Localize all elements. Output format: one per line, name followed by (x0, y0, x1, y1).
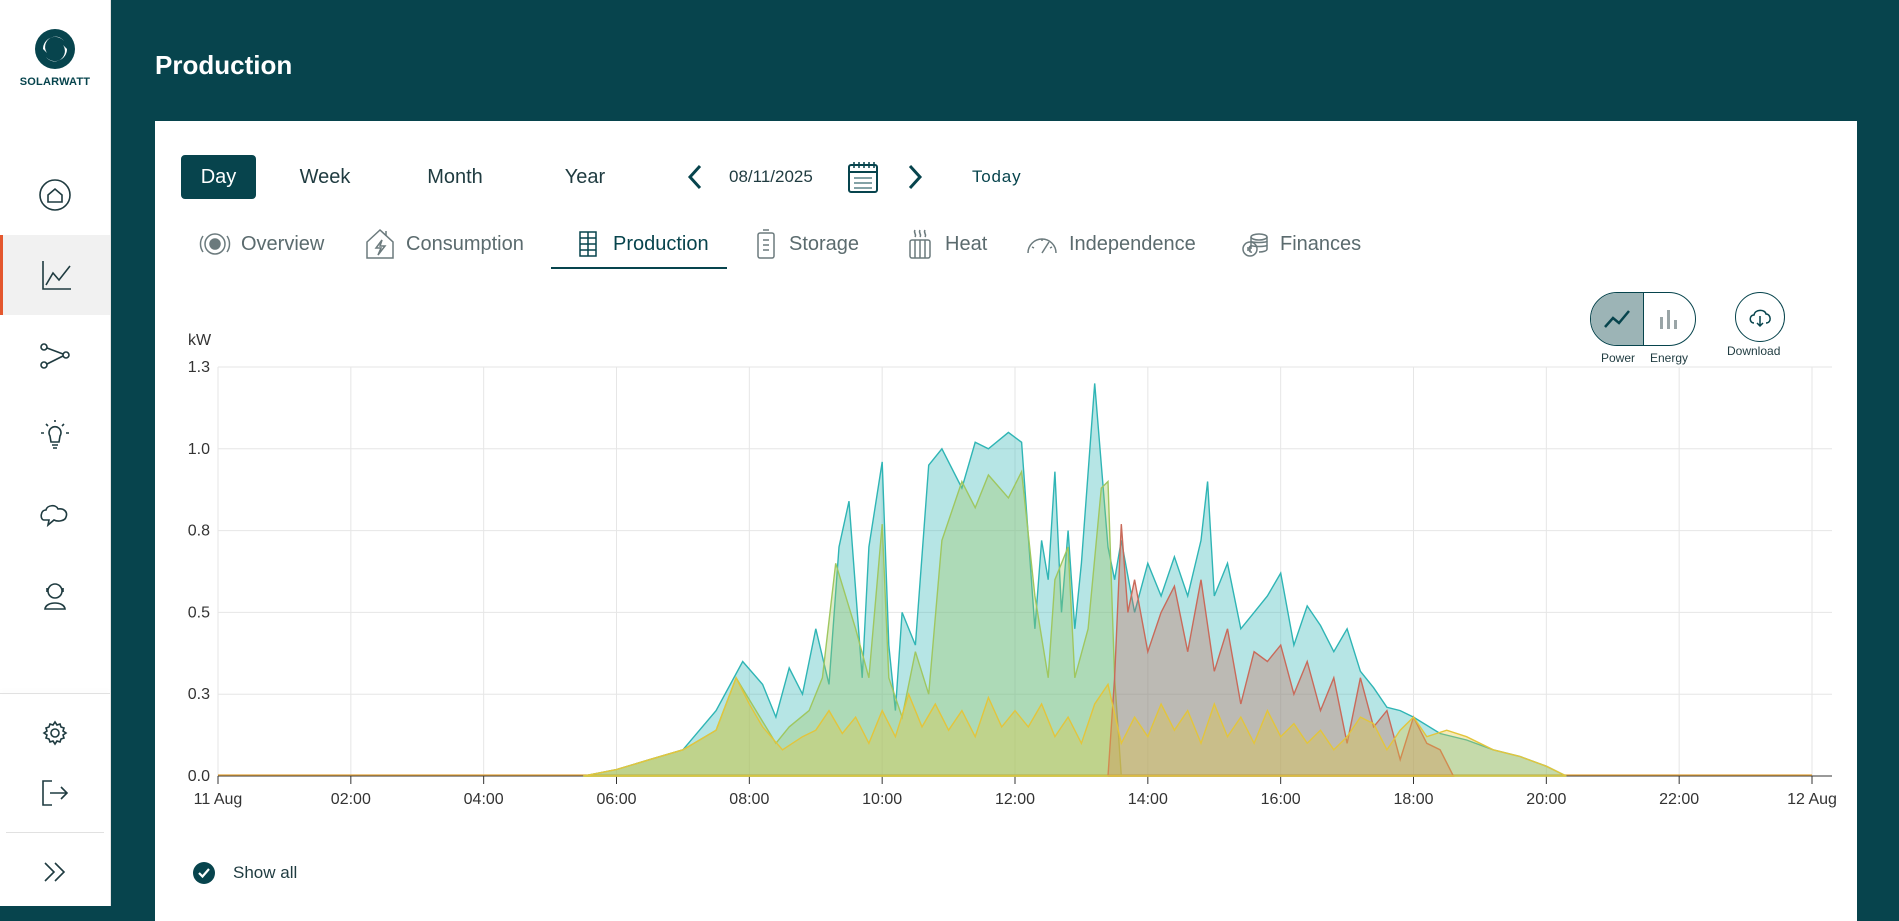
y-tick-label: 0.8 (188, 523, 210, 540)
y-tick-label: 0.5 (188, 604, 210, 621)
tab-storage[interactable]: Storage (753, 221, 859, 267)
sidebar-item-network[interactable] (0, 315, 110, 395)
sidebar-item-messages[interactable] (0, 475, 110, 555)
sidebar-item-charts[interactable] (0, 235, 110, 315)
y-tick-label: 0.3 (188, 686, 210, 703)
battery-icon (757, 229, 775, 259)
solarwatt-logo-icon (35, 29, 75, 69)
page-title: Production (155, 50, 293, 80)
period-day-button[interactable]: Day (181, 155, 256, 199)
x-tick-label: 06:00 (596, 791, 636, 808)
sidebar-expand-button[interactable] (0, 832, 110, 912)
tab-production[interactable]: Production (551, 221, 727, 269)
checkbox-checked-icon (193, 862, 215, 884)
today-button[interactable]: Today (972, 167, 1021, 187)
next-date-button[interactable] (905, 157, 925, 197)
gauge-icon (1027, 238, 1057, 254)
x-tick-label: 12 Aug (1787, 791, 1837, 808)
double-chevron-right-icon (44, 862, 66, 882)
home-icon (39, 179, 71, 211)
period-week-button[interactable]: Week (283, 155, 367, 199)
tab-independence[interactable]: Independence (1025, 221, 1196, 267)
calendar-button[interactable] (847, 157, 879, 197)
network-icon (40, 343, 70, 369)
house-bolt-icon (366, 228, 394, 259)
sidebar-item-logout[interactable] (0, 753, 110, 833)
x-tick-label: 04:00 (464, 791, 504, 808)
solar-panel-icon (579, 231, 597, 257)
x-tick-label: 20:00 (1526, 791, 1566, 808)
y-tick-label: 0.0 (188, 768, 210, 785)
main-card: Day Week Month Year 08/11/2025 Today Ove… (155, 121, 1857, 921)
x-tick-label: 08:00 (729, 791, 769, 808)
y-tick-label: 1.0 (188, 441, 210, 458)
tab-finances-label: Finances (1280, 232, 1362, 255)
x-tick-label: 10:00 (862, 791, 902, 808)
tab-overview[interactable]: Overview (199, 221, 324, 267)
heater-icon (909, 229, 931, 259)
show-all-toggle[interactable]: Show all (193, 862, 297, 884)
tab-storage-label: Storage (789, 232, 860, 255)
x-tick-label: 12:00 (995, 791, 1035, 808)
tab-finances[interactable]: Finances (1240, 221, 1361, 267)
tab-heat-label: Heat (945, 232, 988, 255)
chart-icon (41, 261, 71, 290)
logout-icon (42, 780, 69, 806)
tab-consumption[interactable]: Consumption (364, 221, 524, 267)
period-month-button[interactable]: Month (405, 155, 505, 199)
x-tick-label: 22:00 (1659, 791, 1699, 808)
gear-icon (42, 720, 68, 746)
calendar-icon (848, 162, 878, 193)
support-icon (44, 583, 66, 610)
x-tick-label: 02:00 (331, 791, 371, 808)
overview-icon (199, 233, 231, 255)
show-all-label: Show all (233, 863, 298, 882)
selected-date: 08/11/2025 (729, 167, 813, 186)
chevron-left-icon (687, 164, 702, 190)
tab-consumption-label: Consumption (406, 232, 524, 255)
tab-overview-label: Overview (241, 232, 325, 255)
sidebar-item-home[interactable] (0, 155, 110, 235)
y-tick-label: 1.3 (188, 359, 210, 376)
sidebar: SOLARWATT (0, 0, 111, 906)
previous-date-button[interactable] (685, 157, 705, 197)
period-year-button[interactable]: Year (543, 155, 627, 199)
x-tick-label: 18:00 (1393, 791, 1433, 808)
x-tick-label: 16:00 (1261, 791, 1301, 808)
x-tick-label: 14:00 (1128, 791, 1168, 808)
sidebar-item-tips[interactable] (0, 395, 110, 475)
tab-independence-label: Independence (1069, 232, 1196, 255)
tab-production-label: Production (613, 232, 709, 255)
y-axis-unit: kW (188, 332, 212, 349)
tab-heat[interactable]: Heat (905, 221, 987, 267)
lightbulb-icon (41, 420, 69, 449)
brand-logo[interactable]: SOLARWATT (0, 28, 110, 88)
chat-icon (40, 504, 68, 528)
production-power-chart: 11 Aug 02:00 04:00 06:00 08:00 10:00 12:00 14:0… (188, 332, 1837, 808)
sidebar-item-support[interactable] (0, 555, 110, 635)
chevron-right-icon (908, 164, 923, 190)
x-tick-label: 11 Aug (194, 791, 243, 808)
brand-name: SOLARWATT (19, 76, 91, 88)
coins-icon (1242, 233, 1268, 257)
